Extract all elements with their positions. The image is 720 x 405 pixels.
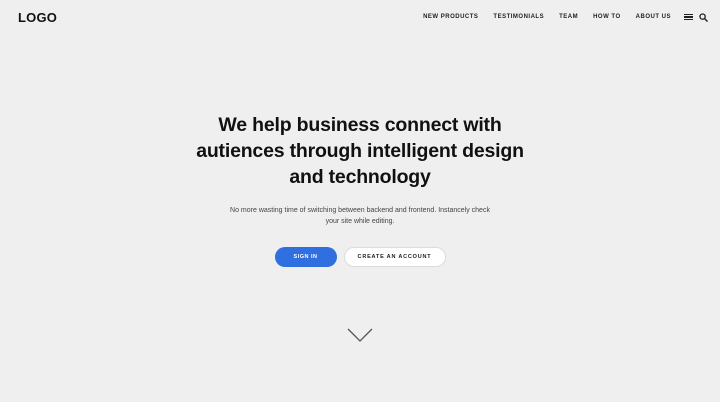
search-icon[interactable] [699, 12, 708, 22]
nav-item-about-us[interactable]: ABOUT US [636, 12, 671, 22]
create-account-button[interactable]: CREATE AN ACCOUNT [343, 247, 446, 267]
hero-headline: We help business connect with autiences … [196, 114, 524, 188]
chevron-down-icon[interactable] [347, 328, 373, 342]
landing-page: LOGO NEW PRODUCTS TESTIMONIALS TEAM HOW … [0, 0, 720, 405]
nav-item-new-products[interactable]: NEW PRODUCTS [423, 12, 478, 22]
sign-in-button[interactable]: SIGN IN [274, 247, 337, 267]
hero-section: We help business connect with autiences … [0, 112, 720, 267]
main-nav: NEW PRODUCTS TESTIMONIALS TEAM HOW TO AB… [423, 12, 708, 22]
nav-item-testimonials[interactable]: TESTIMONIALS [493, 12, 544, 22]
nav-item-team[interactable]: TEAM [559, 12, 578, 22]
nav-item-how-to[interactable]: HOW TO [593, 12, 621, 22]
hero-buttons: SIGN IN CREATE AN ACCOUNT [0, 247, 720, 267]
hamburger-menu-icon[interactable] [684, 13, 693, 21]
header: LOGO NEW PRODUCTS TESTIMONIALS TEAM HOW … [0, 0, 720, 36]
hero-subtext: No more wasting time of switching betwee… [230, 207, 490, 225]
logo[interactable]: LOGO [18, 10, 57, 25]
